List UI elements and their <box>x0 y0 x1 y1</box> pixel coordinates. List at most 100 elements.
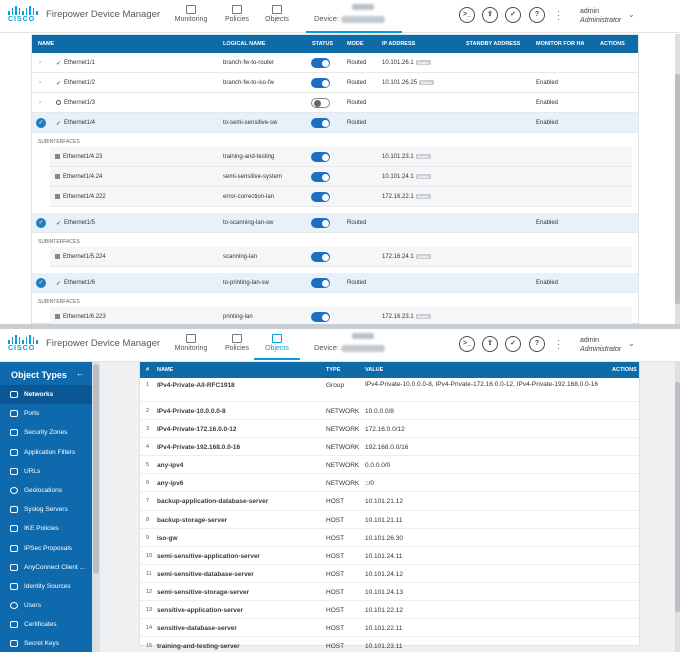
chevron-right-icon[interactable]: › <box>39 100 41 106</box>
table-row-selected[interactable]: ✓ ✓ Ethernet1/5 to-scanning-lan-sw Route… <box>32 213 638 233</box>
cell-type: Group <box>326 382 345 389</box>
scrollbar[interactable] <box>675 34 680 324</box>
selected-check-icon[interactable]: ✓ <box>36 218 46 228</box>
sidebar-title: Object Types ← <box>11 369 84 380</box>
cell-n: 10 <box>146 552 153 559</box>
table-row-selected[interactable]: ✓ ✓ Ethernet1/4 to-semi-sensitive-sw Rou… <box>32 113 638 133</box>
sidebar-item-syslog-servers[interactable]: Syslog Servers <box>0 500 92 519</box>
link-icon <box>10 467 18 475</box>
table-row[interactable]: 15 training-and-testing-server HOST 10.101.… <box>140 637 639 652</box>
sidebar-item-security-zones[interactable]: Security Zones <box>0 423 92 442</box>
sidebar-item-users[interactable]: Users <box>0 596 92 615</box>
more-menu-icon[interactable]: · · · <box>557 336 560 353</box>
tab-monitoring[interactable]: Monitoring <box>168 3 214 31</box>
chevron-right-icon[interactable]: › <box>39 80 41 86</box>
status-toggle[interactable] <box>311 172 330 182</box>
sidebar-item-ipsec-proposals[interactable]: IPSec Proposals <box>0 539 92 558</box>
status-toggle[interactable] <box>311 152 330 162</box>
table-row[interactable]: 7 backup-application-database-server HOST 1… <box>140 492 639 511</box>
user-menu[interactable]: admin Administrator <box>580 7 621 25</box>
sidebar-item-application-filters[interactable]: Application Filters <box>0 443 92 462</box>
sidebar-item-urls[interactable]: URLs <box>0 462 92 481</box>
scrollbar[interactable] <box>675 362 680 652</box>
sidebar-item-identity-sources[interactable]: Identity Sources <box>0 577 92 596</box>
cli-console-button[interactable]: >_ <box>459 7 475 23</box>
sidebar-item-ports[interactable]: Ports <box>0 404 92 423</box>
help-button[interactable]: ? <box>529 7 545 23</box>
sidebar-item-geolocations[interactable]: Geolocations <box>0 481 92 500</box>
table-row[interactable]: 9 iso-gw HOST 10.101.26.30 <box>140 529 639 547</box>
table-row[interactable]: 2 IPv4-Private-10.0.0.0-8 NETWORK 10.0.0.0/… <box>140 402 639 421</box>
tab-objects[interactable]: Objects <box>254 3 300 31</box>
table-row[interactable]: 1 IPv4-Private-All-RFC1918 Group IPv4-Priva… <box>140 378 639 402</box>
globe-icon <box>10 486 18 494</box>
table-row-selected[interactable]: ✓ ✓ Ethernet1/6 to-printing-lan-sw Route… <box>32 273 638 293</box>
deploy-button[interactable]: ⇪ <box>482 7 498 23</box>
status-toggle[interactable] <box>311 118 330 128</box>
chevron-down-icon[interactable]: ⌄ <box>628 339 635 348</box>
status-toggle[interactable] <box>311 58 330 68</box>
network-objects-table: # NAME TYPE VALUE ACTIONS 1 IPv4-Private-… <box>139 361 640 650</box>
table-row[interactable]: › ✓ Ethernet1/2 branch-fw-to-iso-fw Rout… <box>32 73 638 93</box>
table-row[interactable]: › ✓ Ethernet1/1 branch-fw-to-router Rout… <box>32 53 638 73</box>
status-toggle[interactable] <box>311 78 330 88</box>
sidebar-item-certificates[interactable]: Certificates <box>0 615 92 634</box>
objects-icon <box>272 5 282 14</box>
subinterface-icon <box>55 314 60 319</box>
table-row[interactable]: 3 IPv4-Private-172.16.0.0-12 NETWORK 172.16… <box>140 420 639 439</box>
sidebar-item-anyconnect-client[interactable]: AnyConnect Client ... <box>0 558 92 577</box>
subinterface-row[interactable]: Ethernet1/4.222 error-correction-lan 172… <box>50 187 632 207</box>
status-toggle[interactable] <box>311 278 330 288</box>
sidebar-item-ike-policies[interactable]: IKE Policies <box>0 519 92 538</box>
help-button[interactable]: ? <box>529 336 545 352</box>
status-toggle[interactable] <box>311 312 330 322</box>
table-row[interactable]: 11 semi-sensitive-database-server HOST 10.1… <box>140 565 639 583</box>
subinterface-row[interactable]: Ethernet1/4.24 semi-sensitive-system 10.… <box>50 167 632 187</box>
status-toggle[interactable] <box>311 192 330 202</box>
tasks-button[interactable]: ✓ <box>505 7 521 23</box>
chevron-right-icon[interactable]: › <box>39 60 41 66</box>
cell-type: HOST <box>326 588 345 596</box>
filter-icon <box>10 448 18 456</box>
tab-monitoring[interactable]: Monitoring <box>168 332 214 360</box>
user-menu[interactable]: admin Administrator <box>580 336 621 354</box>
cell-value: IPv4-Private-10.0.0.0-8, IPv4-Private-17… <box>365 381 599 388</box>
more-menu-icon[interactable]: · · · <box>557 7 560 24</box>
status-toggle[interactable] <box>311 98 330 108</box>
subinterface-row[interactable]: Ethernet1/6.223 printing-lan 172.16.23.1… <box>50 307 632 324</box>
cell-type: NETWORK <box>326 444 360 452</box>
cell-value: ::/0 <box>365 480 375 488</box>
table-row[interactable]: 13 sensitive-application-server HOST 10.101… <box>140 601 639 620</box>
client-icon <box>10 563 18 571</box>
sidebar-item-secret-keys[interactable]: Secret Keys <box>0 634 92 652</box>
deploy-button[interactable]: ⇪ <box>482 336 498 352</box>
subinterface-row[interactable]: Ethernet1/4.23 training-and-testing 10.1… <box>50 147 632 167</box>
table-row[interactable]: 12 semi-sensitive-storage-server HOST 10.10… <box>140 583 639 602</box>
table-row[interactable]: 8 backup-storage-server HOST 10.101.21.11 <box>140 511 639 529</box>
tasks-button[interactable]: ✓ <box>505 336 521 352</box>
status-toggle[interactable] <box>311 252 330 262</box>
chevron-down-icon[interactable]: ⌄ <box>628 10 635 19</box>
sidebar-item-networks[interactable]: Networks <box>0 385 92 405</box>
arrow-left-icon[interactable]: ← <box>76 369 84 378</box>
table-row[interactable]: 6 any-ipv6 NETWORK::/0 <box>140 474 639 493</box>
cell-n: 9 <box>146 534 150 541</box>
cell-n: 3 <box>146 426 150 433</box>
subinterface-row[interactable]: Ethernet1/5.224 scanning-lan 172.16.24.1… <box>50 247 632 267</box>
cell-value: 10.101.24.11 <box>365 552 403 560</box>
table-row[interactable]: 4 IPv4-Private-192.168.0.0-16 NETWORK 192.1… <box>140 438 639 457</box>
tab-objects[interactable]: Objects <box>254 332 300 360</box>
sidebar-scrollbar[interactable] <box>92 362 100 652</box>
certificate-icon <box>10 621 18 629</box>
table-row[interactable]: 14 sensitive-database-server HOST 10.101.22… <box>140 619 639 638</box>
table-row[interactable]: › Ethernet1/3 Routed Enabled <box>32 93 638 113</box>
cli-console-button[interactable]: >_ <box>459 336 475 352</box>
tab-device[interactable]: Device: <box>314 4 386 23</box>
table-row[interactable]: 10 semi-sensitive-application-server HOST 1… <box>140 547 639 565</box>
status-toggle[interactable] <box>311 218 330 228</box>
selected-check-icon[interactable]: ✓ <box>36 278 46 288</box>
table-row[interactable]: 5 any-ipv4 NETWORK 0.0.0.0/0 <box>140 456 639 475</box>
selected-check-icon[interactable]: ✓ <box>36 118 46 128</box>
cell-type: NETWORK <box>326 408 360 415</box>
tab-device[interactable]: Device: <box>314 333 386 352</box>
